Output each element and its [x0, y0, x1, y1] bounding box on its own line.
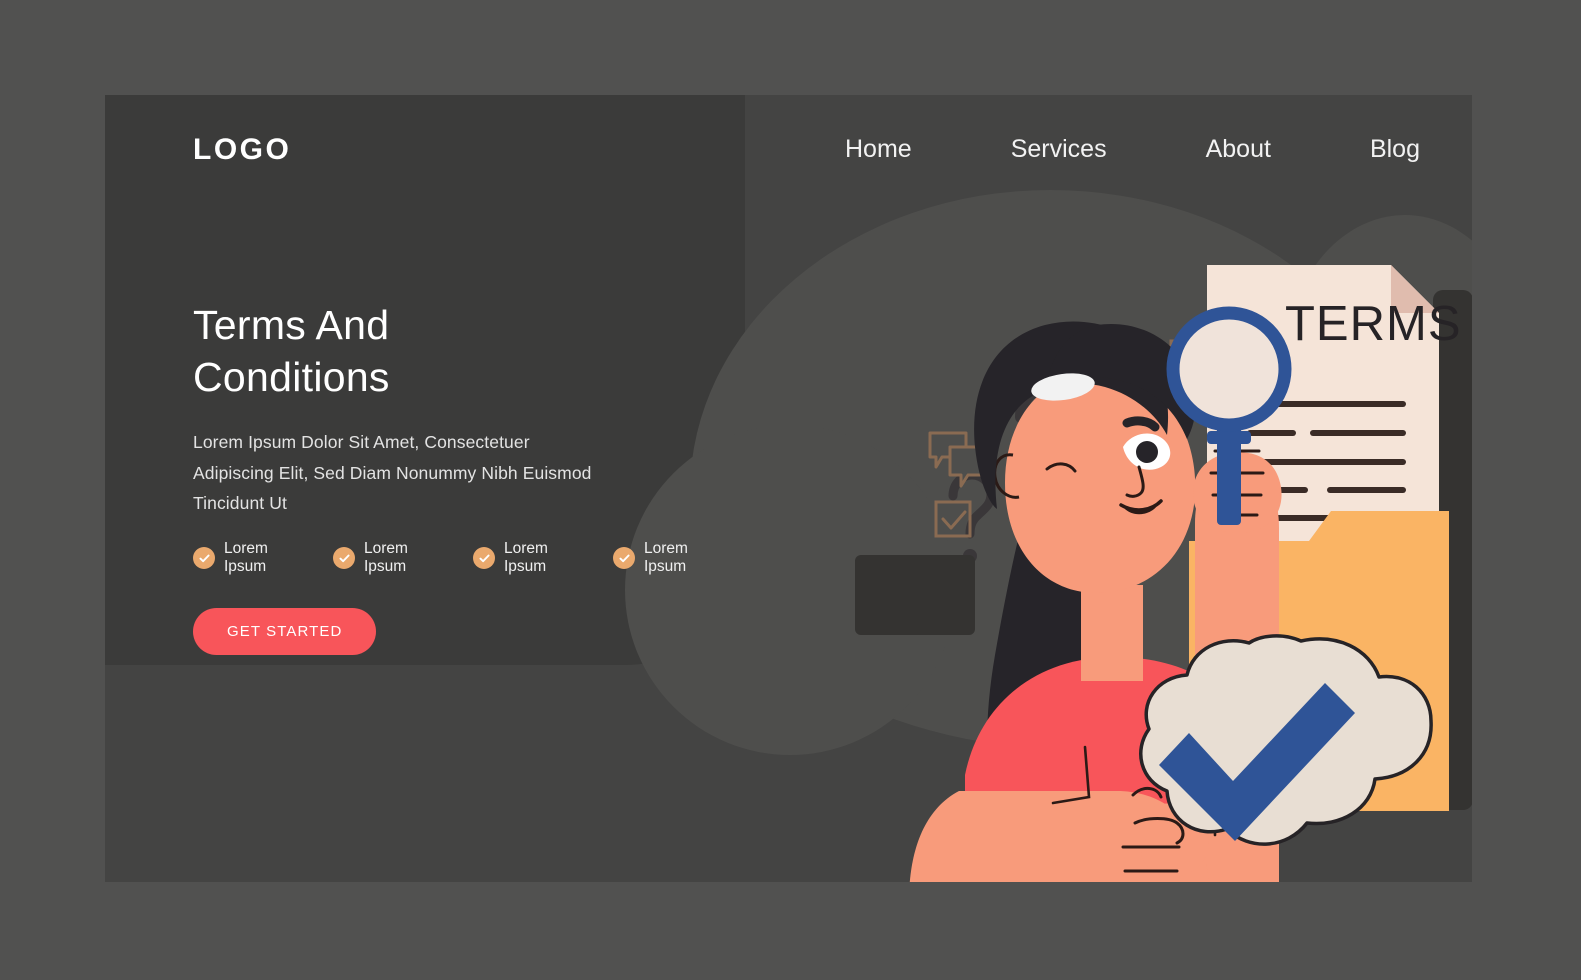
hero-subtitle: Lorem Ipsum Dolor Sit Amet, Consectetuer… [193, 432, 592, 513]
nav-item-home[interactable]: Home [845, 135, 912, 164]
nav-item-services[interactable]: Services [1011, 135, 1107, 164]
feature-item-4: Lorem Ipsum [613, 540, 725, 576]
neck [1081, 585, 1143, 681]
checkbox-icon [934, 500, 972, 538]
feature-label: Lorem Ipsum [504, 540, 548, 576]
check-circle-icon [333, 547, 355, 570]
page-title: Terms And Conditions [193, 300, 753, 403]
feature-label: Lorem Ipsum [364, 540, 408, 576]
get-started-button[interactable]: GET STARTED [193, 608, 377, 656]
feature-label: Lorem Ipsum [644, 540, 688, 576]
check-circle-icon [193, 547, 215, 570]
site-header: LOGO Home Services About Blog [105, 95, 1472, 215]
back-shadow [855, 555, 975, 635]
feature-list: Lorem Ipsum Lorem Ipsum Lorem Ipsum Lore… [193, 540, 753, 576]
page-title-line-2: Conditions [193, 353, 390, 400]
logo[interactable]: LOGO [193, 133, 291, 167]
hero-illustration: TERMS [745, 155, 1472, 882]
feature-label: Lorem Ipsum [224, 540, 268, 576]
check-circle-icon [613, 547, 635, 570]
check-circle-icon [473, 547, 495, 570]
feature-item-2: Lorem Ipsum [333, 540, 445, 576]
feature-item-3: Lorem Ipsum [473, 540, 585, 576]
feature-item-1: Lorem Ipsum [193, 540, 305, 576]
hero-section: Terms And Conditions Lorem Ipsum Dolor S… [193, 300, 753, 656]
nav-item-about[interactable]: About [1206, 135, 1271, 164]
page-title-line-1: Terms And [193, 302, 390, 348]
main-navigation: Home Services About Blog [845, 135, 1420, 164]
document-title: TERMS [1285, 297, 1462, 351]
nav-item-blog[interactable]: Blog [1370, 135, 1420, 164]
landing-page-card: LOGO Home Services About Blog Terms And … [105, 95, 1472, 882]
